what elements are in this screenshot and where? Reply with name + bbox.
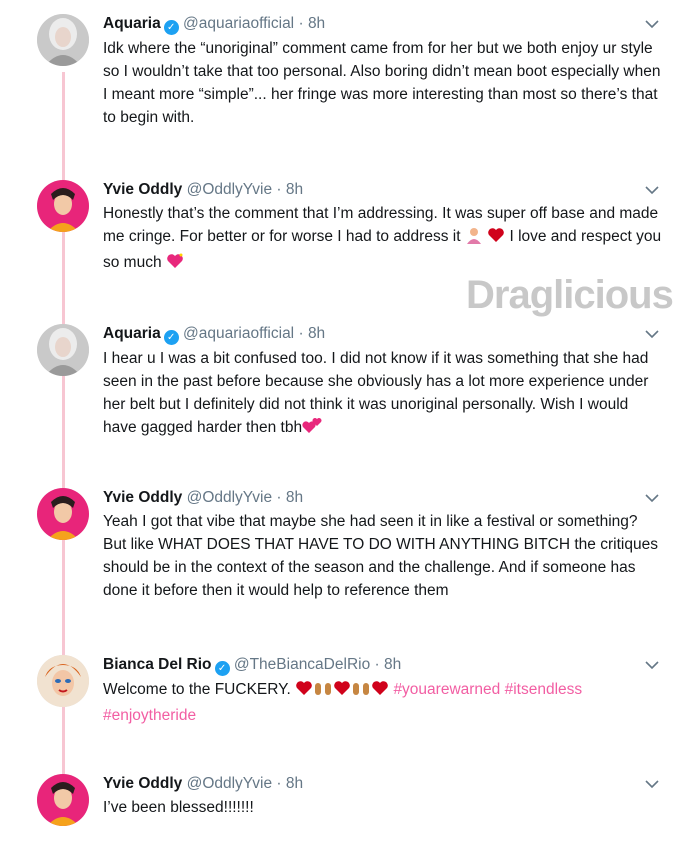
- watermark-logo: Draglicious: [466, 273, 674, 317]
- separator-dot: ·: [298, 325, 304, 342]
- sparkling-heart-emoji: [166, 252, 184, 277]
- hashtag-link[interactable]: #youarewarned: [393, 681, 500, 698]
- tweet-text: Idk where the “unoriginal” comment came …: [103, 40, 661, 126]
- timestamp[interactable]: 8h: [384, 656, 401, 673]
- separator-dot: ·: [298, 15, 304, 32]
- avatar[interactable]: [37, 180, 89, 232]
- tweet-text: I’ve been blessed!!!!!!!: [103, 799, 254, 816]
- chevron-down-icon[interactable]: [644, 16, 660, 32]
- red-heart-emoji: [295, 679, 313, 704]
- separator-dot: ·: [374, 656, 380, 673]
- user-handle[interactable]: @OddlyYvie: [187, 489, 273, 506]
- tweet-text: Welcome to the FUCKERY. #youarewarned #i…: [103, 678, 663, 727]
- verified-badge-icon: ✓: [163, 20, 179, 35]
- tweet-text: I hear u I was a bit confused too. I did…: [103, 347, 663, 442]
- timestamp[interactable]: 8h: [286, 489, 303, 506]
- two-hearts-emoji: [302, 417, 322, 442]
- timestamp[interactable]: 8h: [308, 325, 325, 342]
- avatar[interactable]: [37, 14, 89, 66]
- avatar[interactable]: [37, 488, 89, 540]
- avatar[interactable]: [37, 774, 89, 826]
- verified-badge-icon: ✓: [163, 330, 179, 345]
- display-name[interactable]: Aquaria: [103, 325, 161, 342]
- chevron-down-icon[interactable]: [644, 326, 660, 342]
- tweet-text-part: Welcome to the FUCKERY.: [103, 681, 291, 698]
- raising-hands-emoji: [313, 679, 333, 704]
- user-handle[interactable]: @OddlyYvie: [187, 775, 273, 792]
- display-name[interactable]: Yvie Oddly: [103, 489, 182, 506]
- red-heart-emoji: [371, 679, 389, 704]
- tweet-text-part: I hear u I was a bit confused too. I did…: [103, 350, 649, 436]
- verified-badge-icon: ✓: [214, 661, 230, 676]
- avatar[interactable]: [37, 324, 89, 376]
- person-shrugging-emoji: [465, 226, 483, 251]
- separator-dot: ·: [276, 489, 282, 506]
- tweet-text: Honestly that’s the comment that I’m add…: [103, 202, 663, 277]
- avatar[interactable]: [37, 655, 89, 707]
- display-name[interactable]: Bianca Del Rio: [103, 656, 212, 673]
- user-handle[interactable]: @OddlyYvie: [187, 181, 273, 198]
- raising-hands-emoji: [351, 679, 371, 704]
- chevron-down-icon[interactable]: [644, 490, 660, 506]
- red-heart-emoji: [333, 679, 351, 704]
- display-name[interactable]: Aquaria: [103, 15, 161, 32]
- separator-dot: ·: [276, 181, 282, 198]
- timestamp[interactable]: 8h: [308, 15, 325, 32]
- chevron-down-icon[interactable]: [644, 182, 660, 198]
- red-heart-emoji: [487, 226, 505, 251]
- separator-dot: ·: [276, 775, 282, 792]
- user-handle[interactable]: @aquariaofficial: [183, 15, 294, 32]
- timestamp[interactable]: 8h: [286, 775, 303, 792]
- chevron-down-icon[interactable]: [644, 776, 660, 792]
- chevron-down-icon[interactable]: [644, 657, 660, 673]
- tweet-text: Yeah I got that vibe that maybe she had …: [103, 513, 658, 599]
- user-handle[interactable]: @TheBiancaDelRio: [234, 656, 370, 673]
- user-handle[interactable]: @aquariaofficial: [183, 325, 294, 342]
- hashtag-link[interactable]: #enjoytheride: [103, 707, 196, 724]
- timestamp[interactable]: 8h: [286, 181, 303, 198]
- display-name[interactable]: Yvie Oddly: [103, 775, 182, 792]
- hashtag-link[interactable]: #itsendless: [505, 681, 583, 698]
- display-name[interactable]: Yvie Oddly: [103, 181, 182, 198]
